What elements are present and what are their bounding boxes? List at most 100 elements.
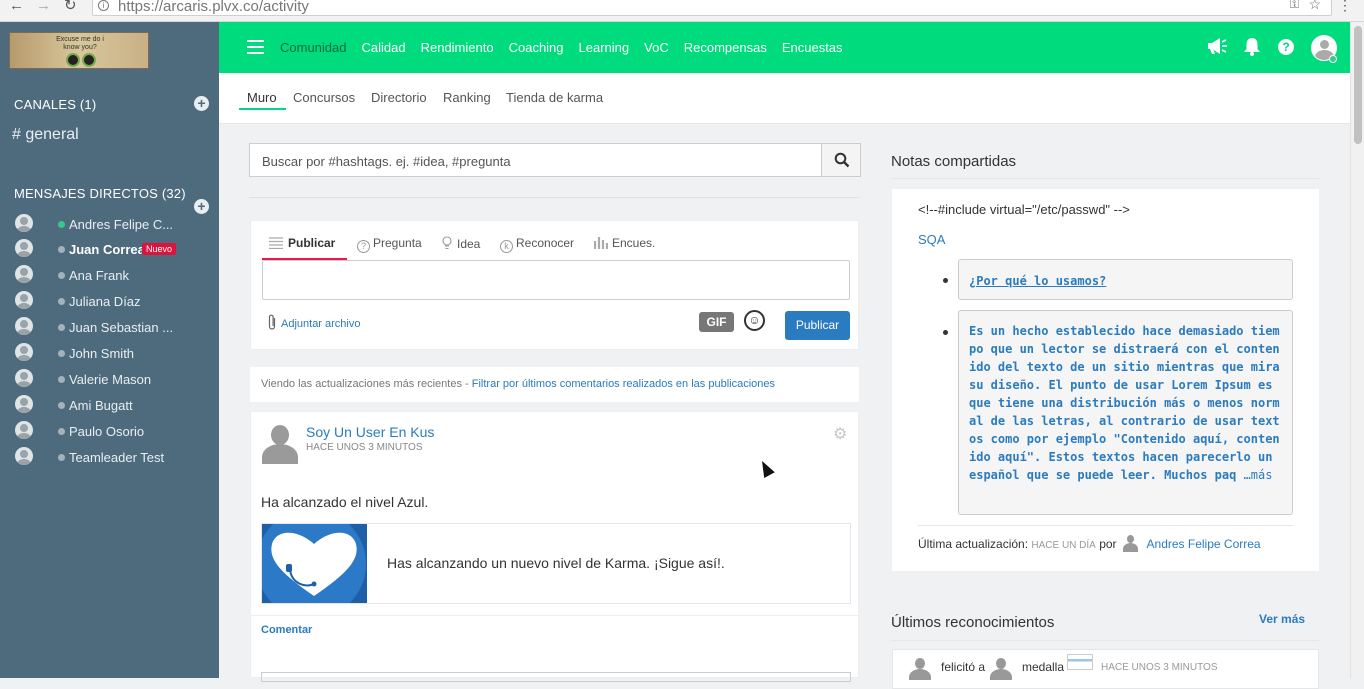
post-text-input[interactable]: [262, 260, 850, 300]
comment-input[interactable]: [261, 672, 851, 682]
dm-item-juliana[interactable]: Juliana Díaz: [0, 289, 219, 313]
dm-name: Ana Frank: [69, 268, 129, 283]
key-icon[interactable]: ⚿: [1290, 0, 1299, 12]
offline-status-dot: [58, 350, 65, 357]
add-channel-icon[interactable]: +: [194, 96, 209, 111]
search-icon: [834, 152, 850, 168]
dm-item-juan-sebastian[interactable]: Juan Sebastian ...: [0, 315, 219, 339]
recognition-item: felicitó a medalla HACE UNOS 3 MINUTOS: [892, 649, 1319, 689]
karma-icon: k: [500, 240, 513, 253]
post-author-name[interactable]: Soy Un User En Kus: [306, 424, 434, 440]
publish-button[interactable]: Publicar: [785, 311, 850, 340]
tab-encuestas[interactable]: Encues.: [593, 236, 656, 250]
hashtag-search-input[interactable]: Buscar por #hashtags. ej. #idea, #pregun…: [249, 143, 822, 177]
offline-status-dot: [58, 272, 65, 279]
avatar[interactable]: [909, 658, 931, 680]
tab-tienda-de-karma[interactable]: Tienda de karma: [506, 90, 603, 105]
dm-name: John Smith: [69, 346, 135, 361]
nav-item-rendimiento[interactable]: Rendimiento: [421, 40, 494, 55]
hamburger-menu-icon[interactable]: [247, 40, 264, 54]
address-bar[interactable]: i https://arcaris.plvx.co/activity ⚿ ☆: [92, 0, 1332, 16]
new-badge: Nuevo: [142, 243, 177, 255]
avatar[interactable]: [990, 658, 1012, 680]
nav-item-comunidad[interactable]: Comunidad: [280, 40, 347, 55]
see-more-link[interactable]: Ver más: [1259, 612, 1305, 626]
tab-reconocer[interactable]: k Reconocer: [500, 236, 574, 253]
dm-item-ami[interactable]: Ami Bugatt: [0, 393, 219, 417]
karma-level-card: Has alcanzando un nuevo nivel de Karma. …: [261, 523, 851, 604]
info-icon[interactable]: i: [98, 0, 109, 11]
tab-directorio[interactable]: Directorio: [371, 90, 427, 105]
post-text: Ha alcanzado el nivel Azul.: [261, 494, 429, 510]
company-logo[interactable]: Excuse me do i know you?: [9, 32, 149, 69]
recognition-action: felicitó a: [941, 660, 986, 674]
tab-label: Publicar: [288, 236, 336, 250]
url-text[interactable]: https://arcaris.plvx.co/activity: [118, 0, 309, 15]
question-icon: ?: [357, 240, 370, 253]
read-more-link[interactable]: …más: [1244, 468, 1273, 482]
sub-navigation: Muro Concursos Directorio Ranking Tienda…: [219, 73, 1350, 124]
note-item-text: Es un hecho establecido hace demasiado t…: [969, 324, 1280, 482]
attach-file-button[interactable]: Adjuntar archivo: [267, 314, 361, 331]
note-link-sqa[interactable]: SQA: [918, 232, 945, 247]
back-icon[interactable]: ←: [9, 0, 24, 13]
tab-ranking[interactable]: Ranking: [443, 90, 491, 105]
feed-filter-bar: Viendo las actualizaciones más recientes…: [250, 367, 859, 402]
gear-icon[interactable]: ⚙: [833, 424, 847, 444]
feed-post: Soy Un User En Kus HACE UNOS 3 MINUTOS ⚙…: [250, 411, 859, 682]
dm-item-ana[interactable]: Ana Frank: [0, 263, 219, 287]
help-icon[interactable]: ?: [1278, 39, 1294, 55]
tab-muro[interactable]: Muro: [247, 90, 277, 105]
dm-item-paulo[interactable]: Paulo Osorio: [0, 419, 219, 443]
tab-concursos[interactable]: Concursos: [293, 90, 355, 105]
heart-icon: [271, 532, 357, 596]
dm-item-teamleader[interactable]: Teamleader Test: [0, 445, 219, 469]
nav-item-encuestas[interactable]: Encuestas: [782, 40, 843, 55]
tab-pregunta[interactable]: ? Pregunta: [357, 236, 422, 253]
reload-icon[interactable]: ↻: [64, 0, 77, 13]
karma-message: Has alcanzando un nuevo nivel de Karma. …: [387, 555, 725, 571]
filter-by-comments-link[interactable]: Filtrar por últimos comentarios realizad…: [472, 378, 775, 390]
tab-idea[interactable]: Idea: [441, 236, 480, 251]
emoji-icon[interactable]: ☺: [744, 310, 765, 331]
tab-label: Idea: [457, 237, 481, 251]
top-navigation-bar: Comunidad Calidad Rendimiento Coaching Learn…: [219, 22, 1350, 73]
avatar: [15, 265, 33, 283]
forward-icon[interactable]: →: [36, 0, 51, 13]
post-author-avatar[interactable]: [262, 424, 298, 464]
scrollbar[interactable]: [1350, 22, 1364, 678]
tab-label: Encues.: [612, 236, 656, 250]
nav-item-learning[interactable]: Learning: [579, 40, 630, 55]
updated-label: Última actualización:: [918, 537, 1029, 551]
dm-name: Juan Correa: [69, 242, 145, 257]
attach-label: Adjuntar archivo: [281, 318, 361, 330]
search-button[interactable]: [821, 143, 861, 177]
dm-item-andres[interactable]: Andres Felipe C...: [0, 212, 219, 236]
online-status-dot: [1329, 55, 1337, 63]
nav-item-coaching[interactable]: Coaching: [509, 40, 564, 55]
dm-item-john[interactable]: John Smith: [0, 341, 219, 365]
dm-name: Juan Sebastian ...: [69, 320, 174, 335]
bell-icon[interactable]: [1243, 37, 1261, 61]
channel-general[interactable]: # general: [12, 126, 79, 144]
dm-item-juan-correa[interactable]: Juan Correa Nuevo: [0, 237, 219, 261]
avatar: [15, 421, 33, 439]
note-include-text: <!--#include virtual="/etc/passwd" -->: [918, 202, 1130, 217]
browser-menu-icon[interactable]: ⋮: [1338, 0, 1352, 12]
avatar: [15, 214, 33, 232]
megaphone-icon[interactable]: [1206, 37, 1228, 60]
updated-by-user[interactable]: Andres Felipe Correa: [1147, 537, 1261, 551]
dm-item-valerie[interactable]: Valerie Mason: [0, 367, 219, 391]
comment-button[interactable]: Comentar: [261, 624, 312, 636]
scrollbar-thumb[interactable]: [1354, 26, 1362, 144]
nav-item-voc[interactable]: VoC: [644, 40, 669, 55]
gif-button[interactable]: GIF: [699, 312, 734, 332]
note-item-link[interactable]: ¿Por qué lo usamos?: [958, 259, 1293, 300]
nav-item-calidad[interactable]: Calidad: [362, 40, 406, 55]
star-icon[interactable]: ☆: [1308, 0, 1321, 13]
tab-publicar[interactable]: Publicar: [269, 236, 335, 250]
updated-time: HACE UN DÍA: [1031, 540, 1096, 551]
avatar: [15, 447, 33, 465]
nav-item-recompensas[interactable]: Recompensas: [684, 40, 767, 55]
sidebar: Excuse me do i know you? CANALES (1) + #…: [0, 22, 219, 678]
